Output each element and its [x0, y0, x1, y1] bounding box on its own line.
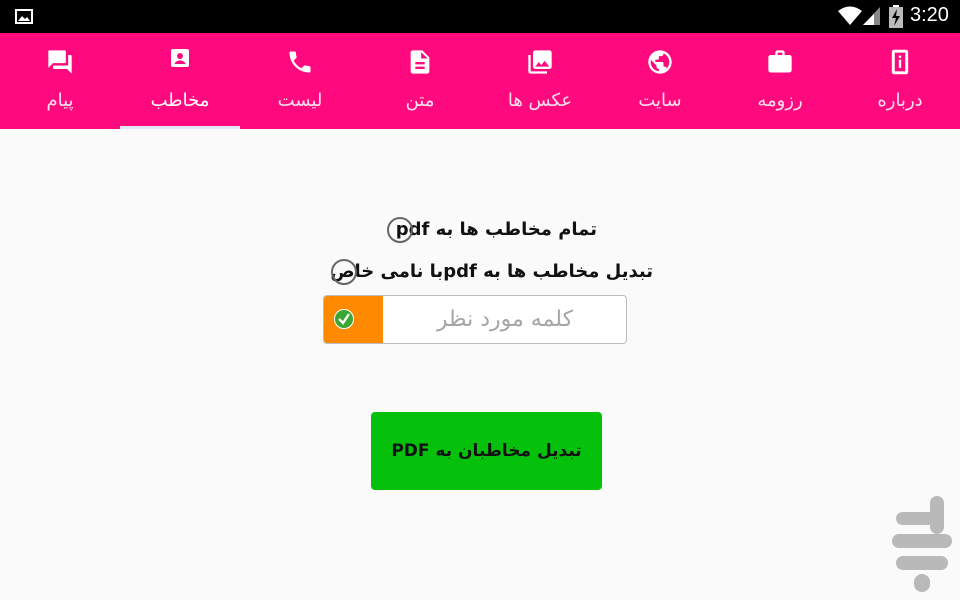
tab-resume[interactable]: رزومه — [720, 33, 840, 129]
custom-name-input[interactable] — [384, 296, 626, 343]
convert-to-pdf-button[interactable]: تبدیل مخاطبان به PDF — [371, 412, 602, 490]
confirm-checkbox[interactable] — [324, 296, 383, 343]
wifi-icon — [838, 6, 862, 25]
phone-icon — [289, 51, 311, 73]
info-icon — [891, 49, 909, 75]
contact-icon — [171, 49, 189, 67]
tab-list[interactable]: لیست — [240, 33, 360, 129]
cell-signal-icon — [863, 7, 880, 25]
tab-bar: پیام مخاطب لیست متن عکس ها سایت رزومه در… — [0, 33, 960, 129]
option-custom-name[interactable]: تبدیل مخاطب ها به pdfبا نامی خاص — [329, 259, 655, 287]
custom-name-field — [323, 295, 627, 344]
option-all-contacts-label: تمام مخاطب ها به pdf — [395, 219, 597, 240]
tab-label: مخاطب — [150, 90, 210, 111]
active-tab-indicator — [120, 126, 240, 129]
tab-text[interactable]: متن — [360, 33, 480, 129]
document-icon — [410, 50, 430, 74]
option-all-contacts[interactable]: تمام مخاطب ها به pdf — [385, 217, 601, 245]
forum-icon — [48, 50, 72, 74]
tab-contact[interactable]: مخاطب — [120, 33, 240, 129]
tab-label: سایت — [638, 90, 682, 111]
tab-label: رزومه — [757, 90, 803, 111]
option-custom-name-label: تبدیل مخاطب ها به pdfبا نامی خاص — [330, 261, 653, 282]
store-logo-icon — [892, 496, 952, 592]
battery-charging-icon — [889, 5, 903, 28]
briefcase-icon — [768, 50, 792, 73]
tab-photos[interactable]: عکس ها — [480, 33, 600, 129]
globe-icon — [648, 50, 672, 74]
radio-all-contacts[interactable] — [387, 217, 413, 243]
tab-label: درباره — [877, 90, 923, 111]
tab-site[interactable]: سایت — [600, 33, 720, 129]
tab-message[interactable]: پیام — [0, 33, 120, 129]
tab-label: متن — [405, 90, 435, 111]
gallery-notification-icon — [15, 9, 33, 24]
clock-time: 3:20 — [910, 4, 949, 26]
check-icon — [334, 309, 354, 329]
tab-label: پیام — [46, 90, 74, 111]
tab-label: لیست — [277, 90, 323, 111]
photo-library-icon — [528, 50, 552, 74]
radio-custom-name[interactable] — [331, 259, 357, 285]
tab-about[interactable]: درباره — [840, 33, 960, 129]
status-bar: 3:20 — [0, 0, 960, 33]
tab-label: عکس ها — [507, 90, 573, 111]
